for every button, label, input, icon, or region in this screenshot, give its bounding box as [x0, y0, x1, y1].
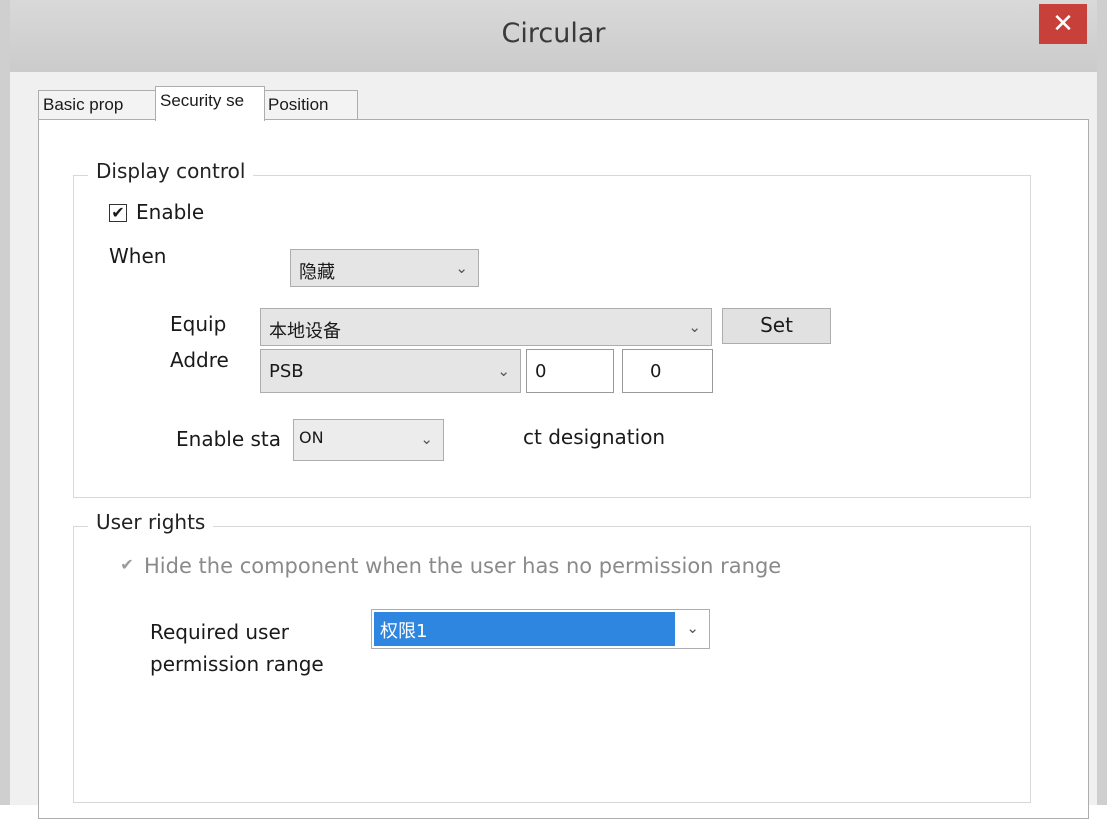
when-select-value: 隐藏 — [299, 262, 335, 283]
tab-basic-properties[interactable]: Basic prop — [38, 90, 157, 120]
user-rights-legend: User rights — [88, 510, 214, 534]
chevron-down-icon: ⌄ — [688, 318, 701, 336]
bit-designation-label: ct designation — [523, 425, 666, 449]
equip-label: Equip — [170, 312, 227, 336]
close-button[interactable]: ✕ — [1039, 4, 1087, 44]
when-label: When — [109, 244, 167, 268]
address-offset-value: 0 — [650, 361, 662, 382]
chevron-down-icon: ⌄ — [420, 430, 433, 448]
tab-label: Basic prop — [43, 95, 124, 114]
window-title: Circular — [501, 18, 606, 49]
permission-range-select[interactable]: 权限1 ⌄ — [371, 609, 710, 649]
title-bar[interactable]: Circular ✕ — [10, 0, 1097, 72]
address-input[interactable]: 0 — [526, 349, 614, 393]
dialog-window: Circular ✕ Basic prop Security se Positi… — [0, 0, 1107, 819]
hide-component-checkbox[interactable]: ✔ — [118, 556, 136, 574]
required-permission-label-line2: permission range — [150, 652, 324, 676]
enable-state-value: ON — [299, 428, 324, 447]
tab-label: Position — [268, 95, 329, 114]
address-type-select[interactable]: PSB ⌄ — [260, 349, 521, 393]
tab-security-settings[interactable]: Security se — [155, 86, 265, 121]
enable-state-label: Enable sta — [176, 427, 281, 451]
chevron-down-icon: ⌄ — [455, 259, 468, 277]
security-tab-panel: Display control ✔ Enable When 隐藏 ⌄ Equip… — [38, 119, 1089, 819]
enable-checkbox[interactable]: ✔ — [109, 204, 127, 222]
address-input-value: 0 — [535, 361, 547, 382]
set-button[interactable]: Set — [722, 308, 831, 344]
when-select[interactable]: 隐藏 ⌄ — [290, 249, 479, 287]
address-type-value: PSB — [269, 361, 304, 382]
tab-strip: Basic prop Security se Position — [38, 86, 738, 121]
chevron-down-icon: ⌄ — [686, 619, 699, 637]
chevron-down-icon: ⌄ — [497, 362, 510, 380]
permission-range-value: 权限1 — [380, 621, 428, 642]
tab-position[interactable]: Position — [263, 90, 358, 120]
tab-label: Security se — [160, 91, 245, 110]
display-control-legend: Display control — [88, 159, 254, 183]
required-permission-label-line1: Required user — [150, 620, 289, 644]
equipment-select-value: 本地设备 — [269, 321, 341, 342]
hide-component-label: Hide the component when the user has no … — [144, 554, 782, 578]
equipment-select[interactable]: 本地设备 ⌄ — [260, 308, 712, 346]
checkmark-icon: ✔ — [120, 555, 134, 574]
enable-state-select[interactable]: ON ⌄ — [293, 419, 444, 461]
enable-label: Enable — [136, 200, 205, 224]
address-offset-input[interactable]: 0 — [622, 349, 713, 393]
checkmark-icon: ✔ — [111, 203, 125, 222]
close-icon: ✕ — [1052, 9, 1074, 39]
address-label: Addre — [170, 348, 229, 372]
